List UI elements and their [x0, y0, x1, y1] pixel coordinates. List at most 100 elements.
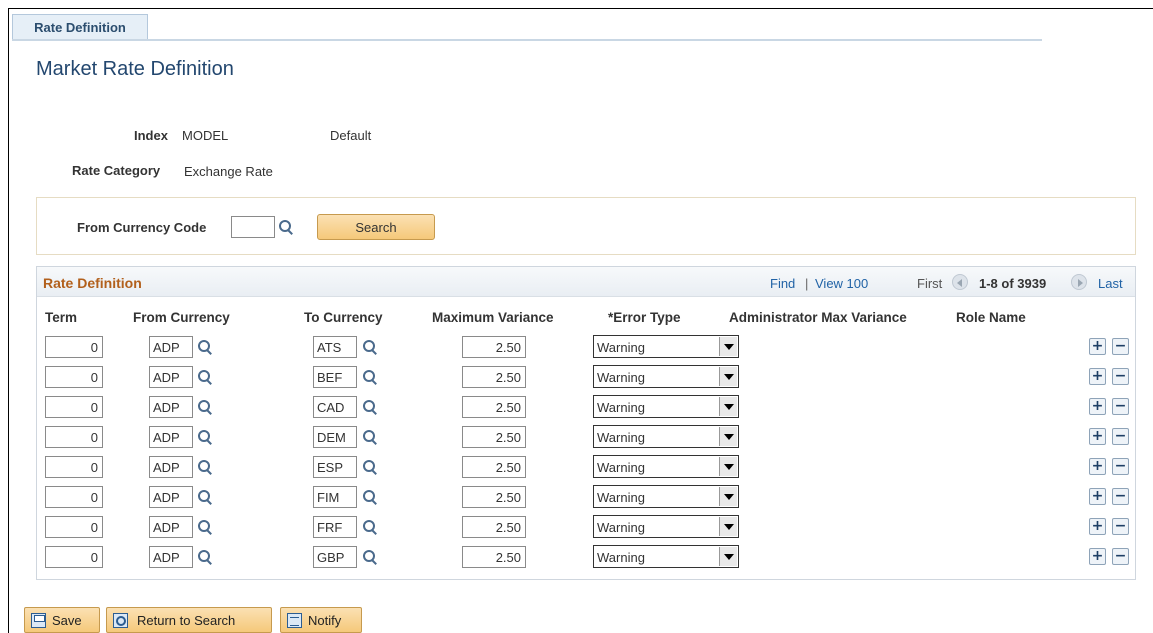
to-currency-lookup-icon[interactable] [362, 369, 378, 385]
maximum-variance-input[interactable] [462, 486, 526, 508]
add-row-button[interactable]: + [1089, 548, 1106, 565]
save-button[interactable]: Save [24, 607, 100, 633]
delete-row-button[interactable]: − [1112, 458, 1129, 475]
from-currency-lookup-icon[interactable] [197, 459, 213, 475]
from-currency-input[interactable] [149, 396, 193, 418]
add-row-button[interactable]: + [1089, 428, 1106, 445]
to-currency-lookup-icon[interactable] [362, 489, 378, 505]
to-currency-input[interactable] [313, 486, 357, 508]
add-row-button[interactable]: + [1089, 398, 1106, 415]
to-currency-input[interactable] [313, 426, 357, 448]
error-type-value: Warning [597, 370, 645, 385]
error-type-select[interactable]: Warning [593, 485, 739, 508]
error-type-select[interactable]: Warning [593, 455, 739, 478]
add-row-button[interactable]: + [1089, 368, 1106, 385]
grid-title: Rate Definition [43, 275, 142, 291]
from-currency-code-input[interactable] [231, 216, 275, 238]
delete-row-button[interactable]: − [1112, 518, 1129, 535]
table-row: Warning +− [37, 544, 1135, 570]
term-input[interactable] [45, 516, 103, 538]
add-row-button[interactable]: + [1089, 518, 1106, 535]
to-currency-input[interactable] [313, 456, 357, 478]
chevron-down-icon[interactable] [719, 487, 737, 506]
return-to-search-icon [113, 613, 128, 628]
from-currency-lookup-icon[interactable] [197, 339, 213, 355]
chevron-down-icon[interactable] [719, 517, 737, 536]
delete-row-button[interactable]: − [1112, 548, 1129, 565]
to-currency-lookup-icon[interactable] [362, 339, 378, 355]
to-currency-lookup-icon[interactable] [362, 549, 378, 565]
to-currency-input[interactable] [313, 516, 357, 538]
add-row-button[interactable]: + [1089, 458, 1106, 475]
delete-row-button[interactable]: − [1112, 488, 1129, 505]
from-currency-input[interactable] [149, 516, 193, 538]
add-row-button[interactable]: + [1089, 338, 1106, 355]
column-header-role-name: Role Name [956, 310, 1026, 325]
find-link[interactable]: Find [770, 276, 795, 291]
to-currency-lookup-icon[interactable] [362, 399, 378, 415]
maximum-variance-input[interactable] [462, 426, 526, 448]
chevron-down-icon[interactable] [719, 367, 737, 386]
next-page-icon[interactable] [1071, 274, 1087, 290]
from-currency-input[interactable] [149, 366, 193, 388]
chevron-down-icon[interactable] [719, 547, 737, 566]
maximum-variance-input[interactable] [462, 396, 526, 418]
last-link[interactable]: Last [1098, 276, 1123, 291]
to-currency-input[interactable] [313, 396, 357, 418]
term-input[interactable] [45, 486, 103, 508]
term-input[interactable] [45, 366, 103, 388]
return-to-search-button[interactable]: Return to Search [106, 607, 272, 633]
chevron-down-icon[interactable] [719, 457, 737, 476]
view-100-link[interactable]: View 100 [815, 276, 868, 291]
from-currency-code-label: From Currency Code [77, 220, 207, 235]
delete-row-button[interactable]: − [1112, 338, 1129, 355]
to-currency-input[interactable] [313, 366, 357, 388]
from-currency-lookup-icon[interactable] [197, 549, 213, 565]
lookup-icon[interactable] [278, 219, 294, 235]
from-currency-input[interactable] [149, 546, 193, 568]
error-type-select[interactable]: Warning [593, 395, 739, 418]
delete-row-button[interactable]: − [1112, 398, 1129, 415]
from-currency-lookup-icon[interactable] [197, 369, 213, 385]
tab-rate-definition[interactable]: Rate Definition [12, 14, 148, 40]
term-input[interactable] [45, 336, 103, 358]
from-currency-input[interactable] [149, 486, 193, 508]
nav-separator: | [805, 276, 809, 291]
add-row-button[interactable]: + [1089, 488, 1106, 505]
to-currency-input[interactable] [313, 336, 357, 358]
page-title: Market Rate Definition [36, 58, 234, 80]
term-input[interactable] [45, 426, 103, 448]
to-currency-lookup-icon[interactable] [362, 519, 378, 535]
maximum-variance-input[interactable] [462, 516, 526, 538]
error-type-select[interactable]: Warning [593, 335, 739, 358]
error-type-select[interactable]: Warning [593, 425, 739, 448]
chevron-down-icon[interactable] [719, 427, 737, 446]
to-currency-input[interactable] [313, 546, 357, 568]
maximum-variance-input[interactable] [462, 546, 526, 568]
to-currency-lookup-icon[interactable] [362, 459, 378, 475]
maximum-variance-input[interactable] [462, 366, 526, 388]
maximum-variance-input[interactable] [462, 336, 526, 358]
from-currency-input[interactable] [149, 336, 193, 358]
error-type-select[interactable]: Warning [593, 365, 739, 388]
term-input[interactable] [45, 456, 103, 478]
from-currency-lookup-icon[interactable] [197, 429, 213, 445]
to-currency-lookup-icon[interactable] [362, 429, 378, 445]
error-type-select[interactable]: Warning [593, 545, 739, 568]
from-currency-lookup-icon[interactable] [197, 519, 213, 535]
maximum-variance-input[interactable] [462, 456, 526, 478]
from-currency-lookup-icon[interactable] [197, 399, 213, 415]
chevron-down-icon[interactable] [719, 397, 737, 416]
error-type-select[interactable]: Warning [593, 515, 739, 538]
delete-row-button[interactable]: − [1112, 368, 1129, 385]
delete-row-button[interactable]: − [1112, 428, 1129, 445]
chevron-down-icon[interactable] [719, 337, 737, 356]
term-input[interactable] [45, 546, 103, 568]
notify-button[interactable]: Notify [280, 607, 362, 633]
from-currency-input[interactable] [149, 426, 193, 448]
from-currency-input[interactable] [149, 456, 193, 478]
from-currency-lookup-icon[interactable] [197, 489, 213, 505]
search-button[interactable]: Search [317, 214, 435, 240]
term-input[interactable] [45, 396, 103, 418]
previous-page-icon[interactable] [952, 274, 968, 290]
